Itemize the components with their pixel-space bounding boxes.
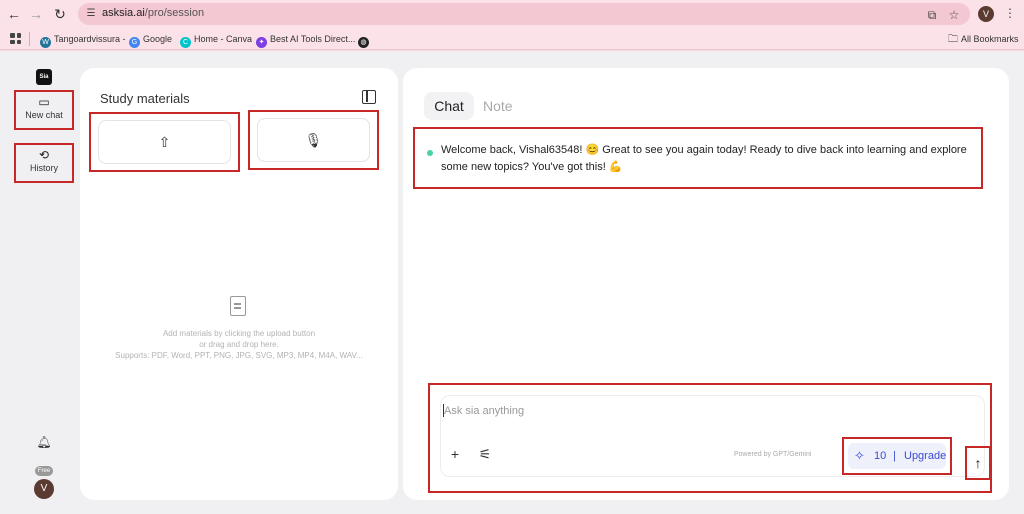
- bookmark-google[interactable]: G Google: [129, 31, 172, 48]
- ai-tools-icon: ✦: [256, 37, 267, 48]
- reload-icon[interactable]: ↻: [50, 4, 70, 24]
- text-caret: [443, 404, 444, 417]
- forward-icon[interactable]: →: [26, 4, 46, 24]
- message-text: Welcome back, Vishal63548! 😊 Great to se…: [441, 144, 967, 173]
- all-bookmarks[interactable]: 🗀 All Bookmarks: [948, 31, 1019, 47]
- address-bar[interactable]: ☰ asksia.ai/pro/session ⧉ ☆: [78, 3, 970, 25]
- composer-inner: + ⚟ Powered by GPT/Gemini ✧ 10 | Upgrade…: [440, 395, 991, 480]
- bookmark-tangoardvissura[interactable]: W Tangoardvissura -: [40, 31, 126, 48]
- arrow-up-icon: ↑: [974, 455, 982, 471]
- site-info-icon[interactable]: ☰: [84, 7, 98, 21]
- collapse-panel-icon[interactable]: [362, 90, 376, 104]
- upgrade-label: Upgrade: [904, 450, 947, 462]
- app-area: Sia ▭ New chat ⟲ History 🔔︎ Free V Study…: [0, 51, 1024, 514]
- canva-icon: C: [180, 37, 191, 48]
- browser-menu-icon[interactable]: ⋮: [1002, 4, 1018, 22]
- history-label: History: [29, 163, 58, 173]
- study-materials-panel: Study materials ⇧ 🎙︎ Add materials by cl…: [80, 68, 398, 500]
- bookmark-canva[interactable]: C Home - Canva: [180, 31, 252, 48]
- sparkle-icon: ✧: [854, 448, 865, 463]
- chat-panel: Chat Note Welcome back, Vishal63548! 😊 G…: [403, 68, 1009, 500]
- bookmarks-divider: [29, 32, 30, 46]
- bookmark-star-icon[interactable]: ☆: [946, 7, 962, 23]
- upgrade-button[interactable]: ✧ 10 | Upgrade: [842, 437, 952, 475]
- bookmark-extra[interactable]: ◍: [358, 31, 372, 48]
- wordpress-icon: W: [40, 37, 51, 48]
- sia-logo[interactable]: Sia: [36, 69, 52, 85]
- google-icon: G: [129, 37, 140, 48]
- microphone-icon: 🎙︎: [304, 132, 323, 148]
- apps-grid-icon[interactable]: [10, 33, 21, 44]
- history-button[interactable]: ⟲ History: [14, 143, 74, 183]
- add-attachment-icon[interactable]: +: [447, 446, 463, 462]
- new-chat-label: New chat: [25, 110, 63, 120]
- profile-avatar[interactable]: V: [978, 6, 994, 22]
- settings-sliders-icon[interactable]: ⚟: [477, 446, 493, 462]
- credits-count: 10: [874, 450, 887, 462]
- upload-icon: ⇧: [158, 134, 171, 150]
- browser-toolbar: ← → ↻ ☰ asksia.ai/pro/session ⧉ ☆ V ⋮: [0, 0, 1024, 28]
- bookmark-ai-tools[interactable]: ✦ Best AI Tools Direct...: [256, 31, 355, 48]
- url-text[interactable]: asksia.ai/pro/session: [102, 7, 204, 19]
- chat-bubble-icon: ▭: [38, 95, 50, 109]
- chat-composer: + ⚟ Powered by GPT/Gemini ✧ 10 | Upgrade…: [428, 383, 992, 493]
- new-chat-button[interactable]: ▭ New chat: [14, 90, 74, 130]
- bell-icon[interactable]: 🔔︎: [36, 434, 52, 450]
- globe-icon: ◍: [358, 37, 369, 48]
- bookmarks-bar: W Tangoardvissura - G Google C Home - Canva…: [0, 28, 1024, 50]
- document-icon: [230, 296, 246, 316]
- panel-title: Study materials: [100, 91, 190, 106]
- plan-badge: Free: [35, 466, 53, 476]
- folder-icon: 🗀: [948, 34, 958, 45]
- upload-file-button[interactable]: ⇧: [89, 112, 240, 172]
- send-button[interactable]: ↑: [965, 446, 991, 480]
- upgrade-pill[interactable]: ✧ 10 | Upgrade: [848, 443, 946, 469]
- chat-input[interactable]: [444, 402, 824, 420]
- tab-chat[interactable]: Chat: [424, 92, 474, 120]
- powered-by-text: Powered by GPT/Gemini: [734, 451, 812, 458]
- tab-note[interactable]: Note: [483, 92, 513, 120]
- back-icon[interactable]: ←: [4, 4, 24, 24]
- status-dot: [427, 150, 433, 156]
- install-app-icon[interactable]: ⧉: [924, 7, 940, 23]
- credits-separator: |: [893, 450, 896, 462]
- left-rail: Sia ▭ New chat ⟲ History 🔔︎ Free V: [0, 51, 78, 514]
- empty-state-text: Add materials by clicking the upload but…: [115, 329, 363, 360]
- record-audio-button[interactable]: 🎙︎: [248, 110, 379, 170]
- user-avatar[interactable]: V: [34, 479, 54, 499]
- history-clock-icon: ⟲: [38, 148, 50, 162]
- assistant-message: Welcome back, Vishal63548! 😊 Great to se…: [413, 127, 983, 189]
